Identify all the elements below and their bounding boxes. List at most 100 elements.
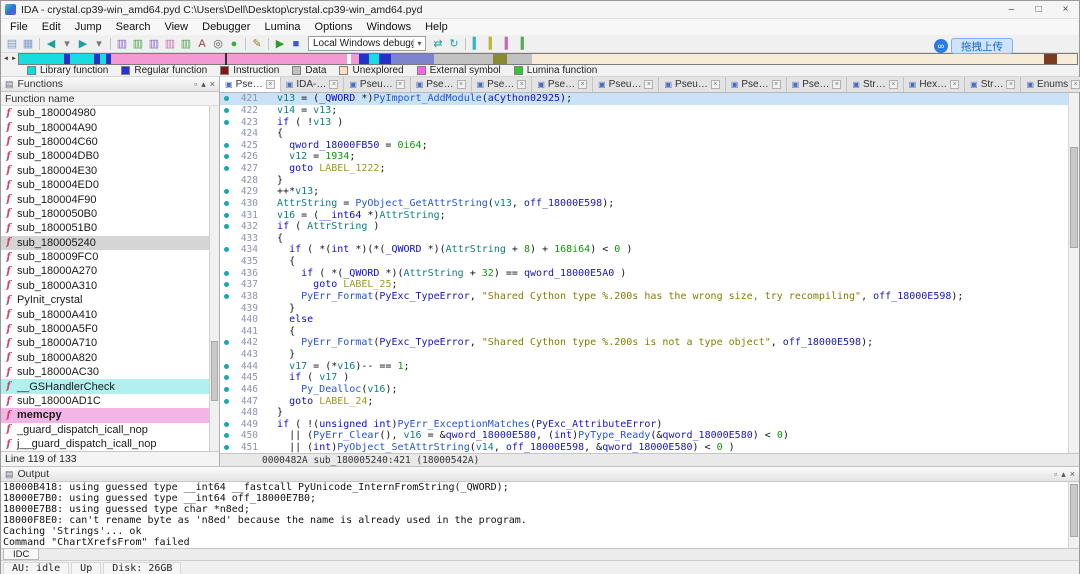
breakpoint-list-icon[interactable]: ▍ bbox=[469, 36, 485, 52]
code-line[interactable]: 421 v13 = (_QWORD *)PyImport_AddModule(a… bbox=[220, 93, 1068, 105]
menu-file[interactable]: File bbox=[3, 20, 35, 34]
tab-close-icon[interactable]: × bbox=[644, 80, 654, 89]
navigation-band[interactable] bbox=[18, 53, 1078, 65]
watches-icon[interactable]: ▍ bbox=[517, 36, 533, 52]
code-line[interactable]: 444 v17 = (*v16)-- == 1; bbox=[220, 360, 1068, 372]
panel-float-icon[interactable]: ▫ bbox=[194, 79, 197, 89]
tab-close-icon[interactable]: × bbox=[771, 80, 781, 89]
navigate-back-icon[interactable]: ◀ bbox=[43, 36, 59, 52]
menu-view[interactable]: View bbox=[157, 20, 195, 34]
menu-lumina[interactable]: Lumina bbox=[257, 20, 307, 34]
function-row[interactable]: f sub_18000A270 bbox=[1, 264, 219, 278]
function-row[interactable]: f sub_180004980 bbox=[1, 106, 219, 120]
tab-2[interactable]: ▣ Pseu… × bbox=[344, 77, 411, 92]
function-row[interactable]: f sub_18000A5F0 bbox=[1, 322, 219, 336]
code-line[interactable]: 446 Py_Dealloc(v16); bbox=[220, 384, 1068, 396]
function-row[interactable]: f sub_180004C60 bbox=[1, 135, 219, 149]
function-row[interactable]: f sub_180004F90 bbox=[1, 192, 219, 206]
maximize-button[interactable]: □ bbox=[1025, 1, 1052, 19]
function-row[interactable]: f sub_180004ED0 bbox=[1, 178, 219, 192]
minimize-button[interactable]: – bbox=[998, 1, 1025, 19]
attach-process-icon[interactable]: ⇄ bbox=[430, 36, 446, 52]
menu-search[interactable]: Search bbox=[109, 20, 158, 34]
tab-10[interactable]: ▣ Str… × bbox=[847, 77, 904, 92]
tab-1[interactable]: ▣ IDA-… × bbox=[280, 77, 345, 92]
panel-close-icon[interactable]: × bbox=[1070, 469, 1075, 479]
tab-3[interactable]: ▣ Pse… × bbox=[410, 77, 472, 92]
code-line[interactable]: 443 } bbox=[220, 349, 1068, 361]
function-row[interactable]: f sub_180004E30 bbox=[1, 164, 219, 178]
code-line[interactable]: 430 AttrString = PyObject_GetAttrString(… bbox=[220, 198, 1068, 210]
menu-jump[interactable]: Jump bbox=[68, 20, 109, 34]
function-row[interactable]: f PyInit_crystal bbox=[1, 293, 219, 307]
function-row[interactable]: f sub_180004DB0 bbox=[1, 149, 219, 163]
code-line[interactable]: 445 if ( v17 ) bbox=[220, 372, 1068, 384]
code-line[interactable]: 449 if ( !(unsigned int)PyErr_ExceptionM… bbox=[220, 419, 1068, 431]
names-window-icon[interactable]: ▥ bbox=[162, 36, 178, 52]
function-row[interactable]: f sub_1800050B0 bbox=[1, 207, 219, 221]
trace-window-icon[interactable]: ▍ bbox=[485, 36, 501, 52]
function-row[interactable]: f sub_18000AD1C bbox=[1, 394, 219, 408]
code-line[interactable]: 426 v12 = 1934; bbox=[220, 151, 1068, 163]
strings-window-icon[interactable]: ▥ bbox=[130, 36, 146, 52]
upload-button[interactable]: 拖拽上传 bbox=[951, 38, 1013, 54]
tab-close-icon[interactable]: × bbox=[517, 80, 527, 89]
output-scrollbar[interactable] bbox=[1068, 482, 1079, 548]
panel-float-icon[interactable]: ▫ bbox=[1054, 469, 1057, 479]
code-line[interactable]: 448 } bbox=[220, 407, 1068, 419]
function-row[interactable]: f _guard_dispatch_icall_nop bbox=[1, 423, 219, 437]
tab-close-icon[interactable]: × bbox=[1006, 80, 1016, 89]
function-row[interactable]: f memcpy bbox=[1, 408, 219, 423]
functions-column-header[interactable]: Function name bbox=[1, 92, 219, 106]
code-line[interactable]: 431 v16 = (__int64 *)AttrString; bbox=[220, 209, 1068, 221]
forward-history-icon[interactable]: ▾ bbox=[91, 36, 107, 52]
code-line[interactable]: 428 } bbox=[220, 174, 1068, 186]
tab-close-icon[interactable]: × bbox=[395, 80, 405, 89]
tab-7[interactable]: ▣ Pseu… × bbox=[659, 77, 726, 92]
functions-window-icon[interactable]: ▥ bbox=[178, 36, 194, 52]
navigate-forward-icon[interactable]: ▶ bbox=[75, 36, 91, 52]
menu-edit[interactable]: Edit bbox=[35, 20, 68, 34]
tab-close-icon[interactable]: × bbox=[710, 80, 720, 89]
function-row[interactable]: f sub_180004A90 bbox=[1, 120, 219, 134]
stack-trace-icon[interactable]: ▍ bbox=[501, 36, 517, 52]
functions-scrollbar-thumb[interactable] bbox=[211, 340, 218, 401]
function-row[interactable]: f sub_180005240 bbox=[1, 235, 219, 250]
tab-11[interactable]: ▣ Hex… × bbox=[903, 77, 966, 92]
tab-12[interactable]: ▣ Str… × bbox=[965, 77, 1022, 92]
new-file-icon[interactable]: ▤ bbox=[4, 36, 20, 52]
navband-scroll-left-icon[interactable]: ◄ bbox=[2, 53, 10, 65]
function-row[interactable]: f sub_18000A410 bbox=[1, 307, 219, 321]
menu-options[interactable]: Options bbox=[308, 20, 360, 34]
menu-windows[interactable]: Windows bbox=[359, 20, 418, 34]
tab-9[interactable]: ▣ Pse… × bbox=[786, 77, 848, 92]
stop-debugger-icon[interactable]: ■ bbox=[288, 36, 304, 52]
code-line[interactable]: 440 else bbox=[220, 314, 1068, 326]
code-line[interactable]: 424 { bbox=[220, 128, 1068, 140]
panel-maximize-icon[interactable]: ▴ bbox=[1061, 469, 1066, 480]
refresh-icon[interactable]: ↻ bbox=[446, 36, 462, 52]
code-line[interactable]: 447 goto LABEL_24; bbox=[220, 395, 1068, 407]
output-log[interactable]: 18000B418: using guessed type __int64 __… bbox=[1, 482, 1079, 548]
code-line[interactable]: 434 if ( *(int *)(*(_QWORD *)(AttrString… bbox=[220, 244, 1068, 256]
tab-close-icon[interactable]: × bbox=[888, 80, 898, 89]
tab-8[interactable]: ▣ Pse… × bbox=[725, 77, 787, 92]
patch-program-icon[interactable]: ✎ bbox=[249, 36, 265, 52]
output-scrollbar-thumb[interactable] bbox=[1070, 484, 1078, 537]
tab-close-icon[interactable]: × bbox=[578, 80, 588, 89]
start-debugger-icon[interactable]: ▶ bbox=[272, 36, 288, 52]
tab-13[interactable]: ▣ Enums × bbox=[1021, 77, 1080, 92]
save-icon[interactable]: ▦ bbox=[20, 36, 36, 52]
code-line[interactable]: 423 if ( !v13 ) bbox=[220, 116, 1068, 128]
tab-close-icon[interactable]: × bbox=[832, 80, 842, 89]
code-line[interactable]: 427 goto LABEL_1222; bbox=[220, 163, 1068, 175]
function-row[interactable]: f sub_18000AC30 bbox=[1, 365, 219, 379]
code-line[interactable]: 425 qword_18000FB50 = 0i64; bbox=[220, 140, 1068, 152]
code-line[interactable]: 433 { bbox=[220, 233, 1068, 245]
lumina-icon[interactable]: ● bbox=[226, 36, 242, 52]
code-line[interactable]: 439 } bbox=[220, 302, 1068, 314]
tab-close-icon[interactable]: × bbox=[329, 80, 339, 89]
menu-help[interactable]: Help bbox=[418, 20, 455, 34]
function-row[interactable]: f sub_18000A710 bbox=[1, 336, 219, 350]
search-binary-icon[interactable]: ◎ bbox=[210, 36, 226, 52]
